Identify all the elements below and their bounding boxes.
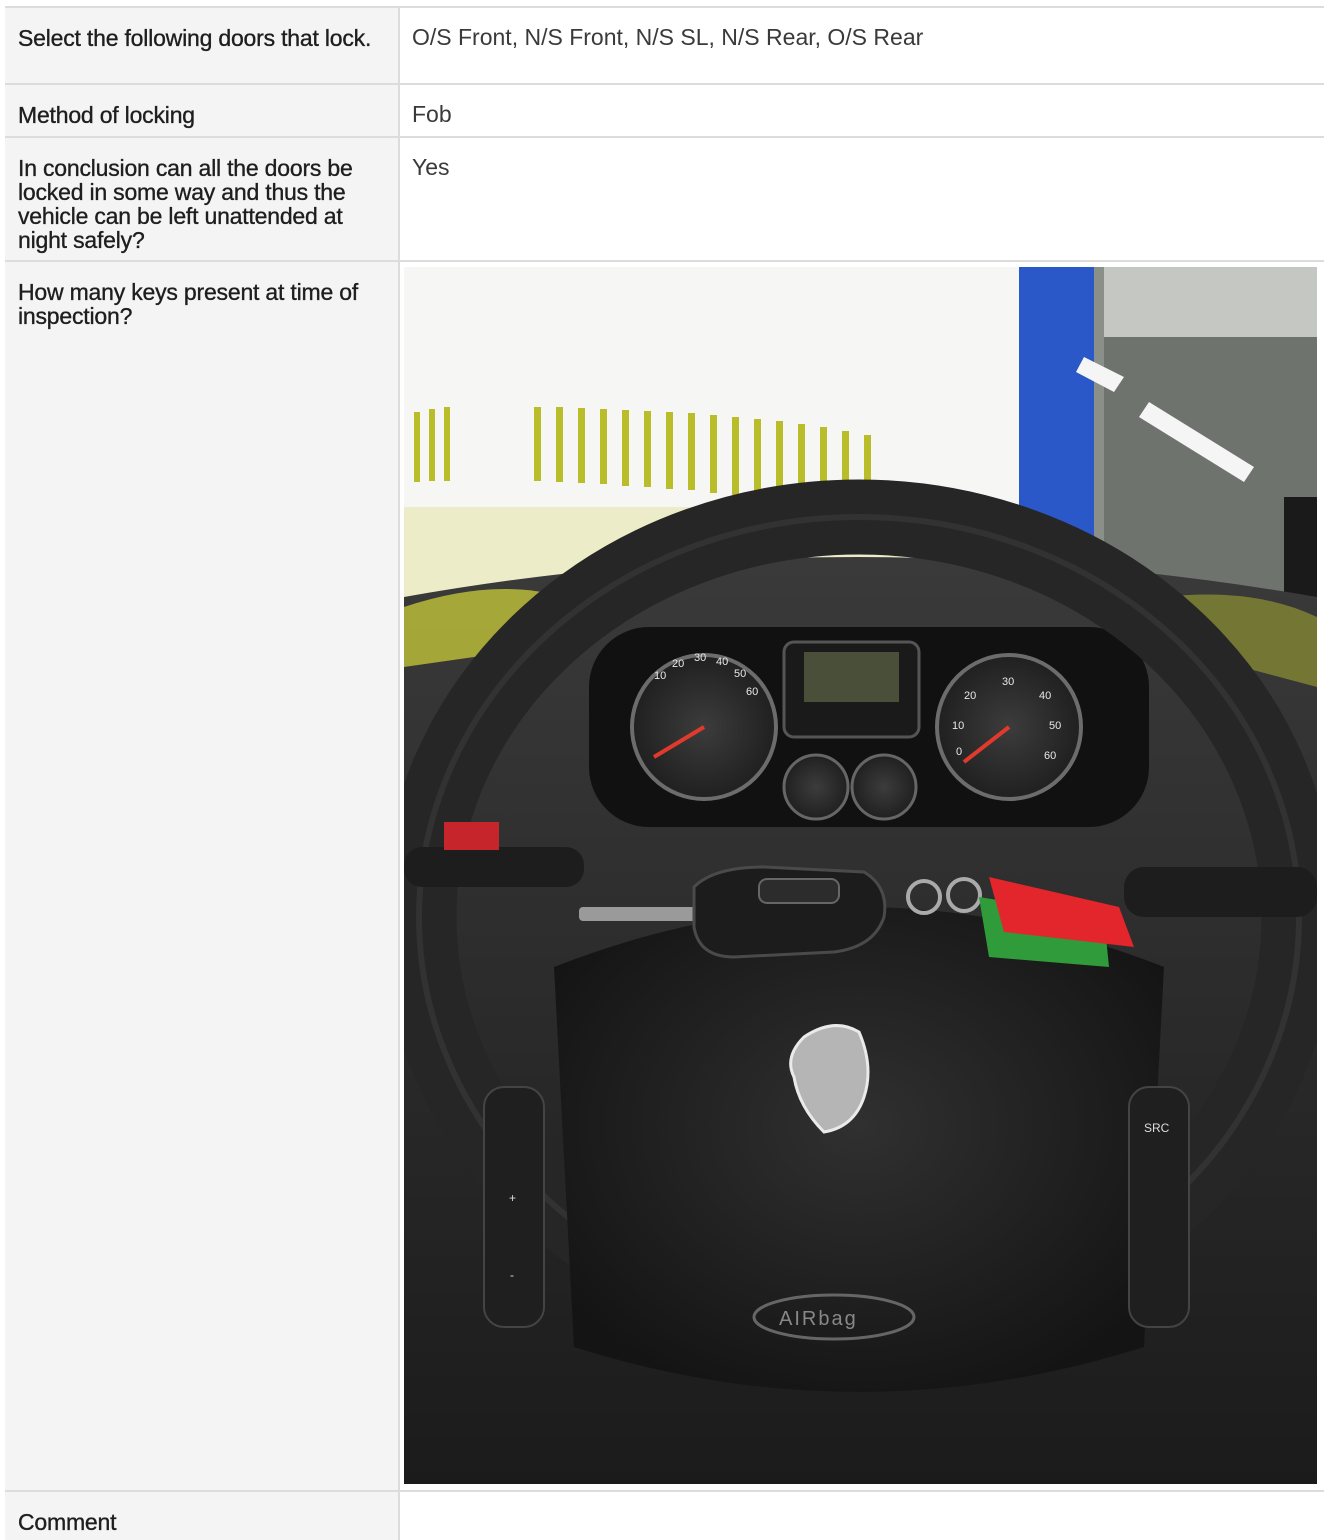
svg-text:30: 30 [1002, 676, 1014, 688]
svg-text:+: + [509, 1191, 516, 1205]
svg-text:60: 60 [746, 686, 758, 698]
svg-text:10: 10 [654, 670, 666, 682]
row-label: Comment [5, 1492, 400, 1540]
row-value: Fob [412, 101, 452, 127]
row-label: How many keys present at time of inspect… [5, 262, 400, 1490]
inspection-report: Select the following doors that lock. O/… [5, 6, 1324, 1540]
svg-text:-: - [510, 1268, 514, 1282]
row-comment: Comment [5, 1492, 1324, 1540]
row-value [400, 1492, 1324, 1540]
row-photo-cell: 10 20 30 40 50 60 0 10 20 30 40 50 60 + … [400, 262, 1324, 1490]
row-value: Yes [412, 154, 450, 180]
row-label: In conclusion can all the doors be locke… [5, 138, 400, 260]
steering-wheel-photo[interactable]: 1020 30 40 5060 010 2030 4050 60 + - SRC… [404, 267, 1317, 1484]
svg-text:AIRbag: AIRbag [779, 1308, 858, 1330]
svg-text:40: 40 [1039, 690, 1051, 702]
row-conclusion: In conclusion can all the doors be locke… [5, 138, 1324, 262]
row-label: Method of locking [5, 85, 400, 136]
svg-text:10: 10 [952, 720, 964, 732]
svg-text:50: 50 [1049, 720, 1061, 732]
row-value: O/S Front, N/S Front, N/S SL, N/S Rear, … [412, 24, 924, 50]
svg-text:0: 0 [956, 746, 962, 758]
svg-text:60: 60 [1044, 750, 1056, 762]
svg-text:20: 20 [964, 690, 976, 702]
svg-text:SRC: SRC [1144, 1121, 1170, 1135]
row-doors-lock: Select the following doors that lock. O/… [5, 8, 1324, 85]
row-method-locking: Method of locking Fob [5, 85, 1324, 138]
row-keys-present: How many keys present at time of inspect… [5, 262, 1324, 1492]
svg-text:30: 30 [694, 652, 706, 664]
svg-text:50: 50 [734, 668, 746, 680]
row-label: Select the following doors that lock. [5, 8, 400, 83]
svg-text:20: 20 [672, 658, 684, 670]
svg-text:40: 40 [716, 656, 728, 668]
